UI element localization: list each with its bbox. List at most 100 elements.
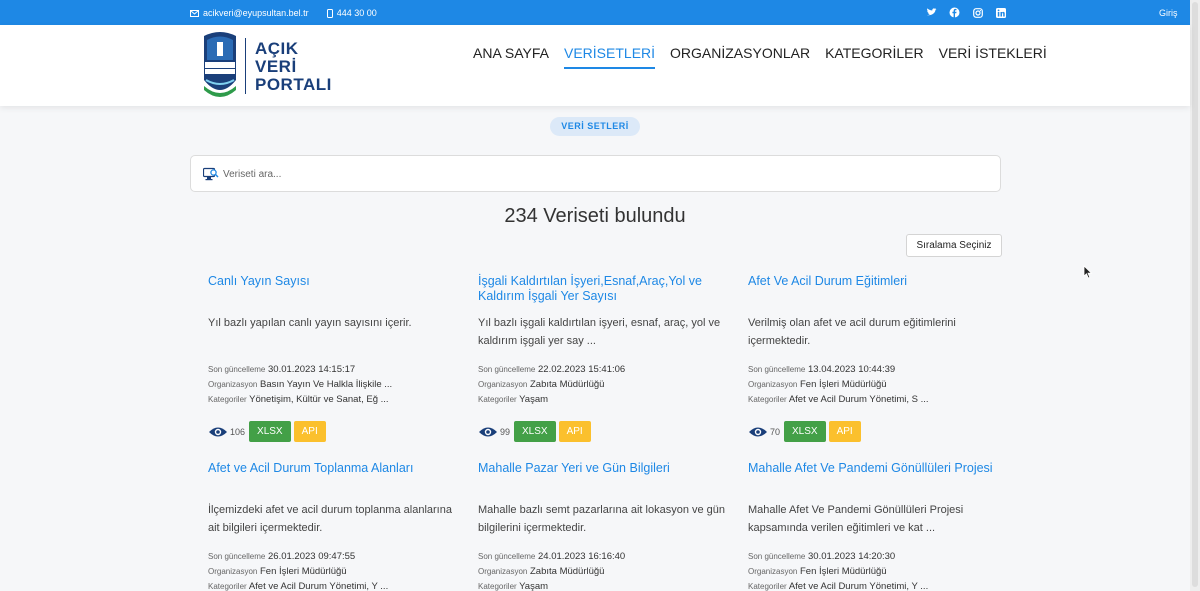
dataset-actions: 99 XLSX API: [478, 421, 591, 442]
org-label: Organizasyon: [478, 567, 528, 576]
dataset-search-box[interactable]: [190, 155, 1001, 192]
dataset-meta: Son güncelleme 30.01.2023 14:15:17 Organ…: [208, 362, 458, 407]
section-badge: VERİ SETLERİ: [550, 117, 640, 136]
categories-label: Kategoriler: [748, 582, 787, 591]
eye-icon: [479, 427, 497, 436]
search-input[interactable]: [223, 165, 983, 183]
updated-value: 26.01.2023 09:47:55: [268, 551, 356, 562]
nav-home[interactable]: ANA SAYFA: [473, 45, 549, 69]
instagram-icon[interactable]: [971, 6, 984, 19]
email-text: acikveri@eyupsultan.bel.tr: [203, 8, 309, 18]
dataset-meta: Son güncelleme 24.01.2023 16:16:40 Organ…: [478, 549, 728, 591]
dataset-meta: Son güncelleme 13.04.2023 10:44:39 Organ…: [748, 362, 998, 407]
updated-label: Son güncelleme: [208, 365, 266, 374]
updated-label: Son güncelleme: [478, 552, 536, 561]
org-value: Basın Yayın Ve Halkla İlişkile ...: [260, 379, 393, 390]
nav-categories[interactable]: KATEGORİLER: [825, 45, 924, 69]
categories-value: Yaşam: [519, 581, 549, 591]
org-label: Organizasyon: [748, 567, 798, 576]
org-label: Organizasyon: [478, 380, 528, 389]
org-label: Organizasyon: [748, 380, 798, 389]
api-button[interactable]: API: [828, 421, 861, 442]
dataset-title[interactable]: Mahalle Afet Ve Pandemi Gönüllüleri Proj…: [748, 461, 998, 493]
updated-label: Son güncelleme: [748, 365, 806, 374]
nav-data-requests[interactable]: VERİ İSTEKLERİ: [939, 45, 1047, 69]
categories-value: Afet ve Acil Durum Yönetimi, Y ...: [788, 581, 929, 591]
updated-value: 30.01.2023 14:20:30: [808, 551, 896, 562]
phone-link[interactable]: 444 30 00: [326, 8, 377, 18]
xlsx-download-button[interactable]: XLSX: [784, 421, 826, 442]
email-link[interactable]: acikveri@eyupsultan.bel.tr: [190, 8, 309, 18]
page-scrollbar[interactable]: [1190, 0, 1200, 591]
dataset-description: Yıl bazlı yapılan canlı yayın sayısını i…: [208, 317, 412, 329]
updated-value: 24.01.2023 16:16:40: [538, 551, 626, 562]
dataset-actions: 70 XLSX API: [748, 421, 861, 442]
api-button[interactable]: API: [293, 421, 326, 442]
dataset-card: Afet Ve Acil Durum Eğitimleri Verilmiş o…: [748, 274, 998, 449]
scrollbar-thumb[interactable]: [1192, 2, 1198, 587]
result-count: 234 Veriseti bulundu: [504, 205, 686, 227]
xlsx-download-button[interactable]: XLSX: [514, 421, 556, 442]
phone-text: 444 30 00: [336, 8, 377, 18]
api-button[interactable]: API: [558, 421, 591, 442]
org-value: Fen İşleri Müdürlüğü: [260, 566, 347, 577]
updated-label: Son güncelleme: [748, 552, 806, 561]
eye-icon: [209, 427, 227, 436]
categories-label: Kategoriler: [478, 582, 517, 591]
search-monitor-icon: [203, 167, 219, 181]
xlsx-download-button[interactable]: XLSX: [249, 421, 291, 442]
eye-icon: [749, 427, 767, 436]
dataset-title[interactable]: Canlı Yayın Sayısı: [208, 274, 458, 306]
org-value: Fen İşleri Müdürlüğü: [800, 566, 887, 577]
logo-line-3: PORTALI: [255, 75, 332, 94]
dataset-meta: Son güncelleme 30.01.2023 14:20:30 Organ…: [748, 549, 998, 591]
dataset-card: Mahalle Afet Ve Pandemi Gönüllüleri Proj…: [748, 461, 998, 591]
dataset-card: Canlı Yayın Sayısı Yıl bazlı yapılan can…: [208, 274, 458, 449]
categories-label: Kategoriler: [478, 395, 517, 404]
twitter-icon[interactable]: [925, 6, 938, 19]
dataset-title[interactable]: Mahalle Pazar Yeri ve Gün Bilgileri: [478, 461, 728, 493]
categories-label: Kategoriler: [208, 395, 247, 404]
logo-divider: [245, 38, 246, 94]
eyupsultan-badge-icon: [204, 32, 236, 97]
org-value: Zabıta Müdürlüğü: [530, 379, 605, 390]
dataset-card: Afet ve Acil Durum Toplanma Alanları İlç…: [208, 461, 458, 591]
mouse-cursor-icon: [1083, 265, 1093, 279]
mail-icon: [190, 9, 199, 17]
dataset-card: İşgali Kaldırtılan İşyeri,Esnaf,Araç,Yol…: [478, 274, 728, 449]
updated-label: Son güncelleme: [478, 365, 536, 374]
org-label: Organizasyon: [208, 567, 258, 576]
logo-wordmark: AÇIK VERİ PORTALI: [255, 40, 332, 94]
org-value: Fen İşleri Müdürlüğü: [800, 379, 887, 390]
sort-dropdown[interactable]: Sıralama Seçiniz: [906, 234, 1002, 257]
dataset-actions: 106 XLSX API: [208, 421, 326, 442]
categories-value: Afet ve Acil Durum Yönetimi, S ...: [788, 394, 929, 405]
dataset-title[interactable]: İşgali Kaldırtılan İşyeri,Esnaf,Araç,Yol…: [478, 274, 728, 306]
dataset-title[interactable]: Afet ve Acil Durum Toplanma Alanları: [208, 461, 458, 493]
portal-logo[interactable]: AÇIK VERİ PORTALI: [200, 30, 335, 102]
dataset-description: Verilmiş olan afet ve acil durum eğitiml…: [748, 317, 956, 347]
dataset-title[interactable]: Afet Ve Acil Durum Eğitimleri: [748, 274, 998, 306]
facebook-icon[interactable]: [948, 6, 961, 19]
categories-label: Kategoriler: [748, 395, 787, 404]
categories-value: Yönetişim, Kültür ve Sanat, Eğ ...: [249, 394, 389, 405]
login-link[interactable]: Giriş: [1159, 8, 1178, 18]
logo-line-2: VERİ: [255, 57, 297, 76]
main-nav: ANA SAYFA VERİSETLERİ ORGANİZASYONLAR KA…: [473, 45, 1062, 69]
dataset-meta: Son güncelleme 26.01.2023 09:47:55 Organ…: [208, 549, 458, 591]
nav-organizations[interactable]: ORGANİZASYONLAR: [670, 45, 810, 69]
phone-icon: [326, 8, 333, 18]
site-header: AÇIK VERİ PORTALI ANA SAYFA VERİSETLERİ …: [0, 25, 1190, 106]
org-value: Zabıta Müdürlüğü: [530, 566, 605, 577]
dataset-meta: Son güncelleme 22.02.2023 15:41:06 Organ…: [478, 362, 728, 407]
categories-value: Yaşam: [519, 394, 549, 405]
updated-label: Son güncelleme: [208, 552, 266, 561]
top-bar: acikveri@eyupsultan.bel.tr 444 30 00 Gir…: [0, 0, 1190, 25]
social-links: [925, 6, 1007, 19]
view-count: 70: [770, 426, 781, 437]
nav-datasets[interactable]: VERİSETLERİ: [564, 45, 656, 69]
linkedin-icon[interactable]: [994, 6, 1007, 19]
view-count: 106: [230, 426, 246, 437]
categories-value: Afet ve Acil Durum Yönetimi, Y ...: [248, 581, 389, 591]
logo-line-1: AÇIK: [255, 39, 299, 58]
